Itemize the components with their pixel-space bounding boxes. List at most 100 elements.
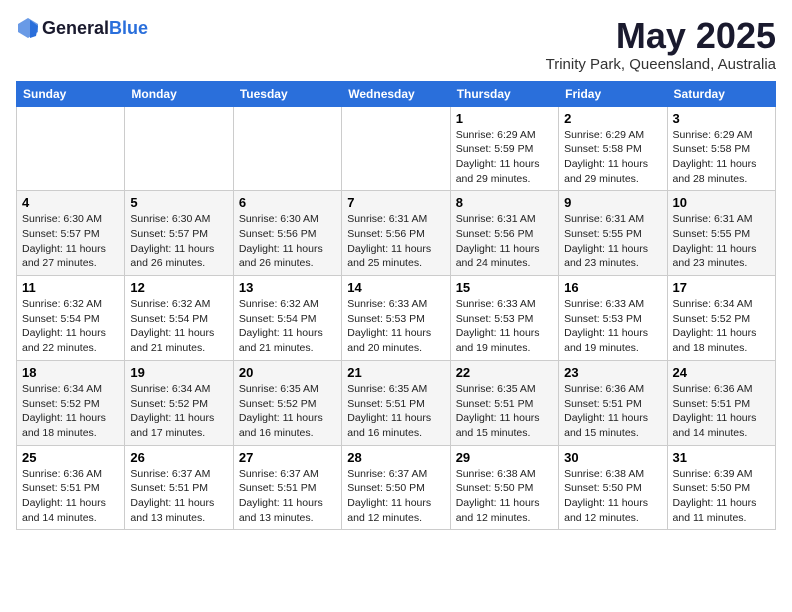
calendar-cell: 16Sunrise: 6:33 AM Sunset: 5:53 PM Dayli…: [559, 276, 667, 361]
weekday-header-thursday: Thursday: [450, 81, 558, 106]
day-info: Sunrise: 6:37 AM Sunset: 5:51 PM Dayligh…: [130, 467, 227, 526]
weekday-header-row: SundayMondayTuesdayWednesdayThursdayFrid…: [17, 81, 776, 106]
calendar-cell: 12Sunrise: 6:32 AM Sunset: 5:54 PM Dayli…: [125, 276, 233, 361]
day-info: Sunrise: 6:29 AM Sunset: 5:59 PM Dayligh…: [456, 128, 553, 187]
day-number: 11: [22, 280, 119, 295]
day-number: 2: [564, 111, 661, 126]
page-header: GeneralBlue May 2025 Trinity Park, Queen…: [16, 16, 776, 73]
calendar-cell: 10Sunrise: 6:31 AM Sunset: 5:55 PM Dayli…: [667, 191, 775, 276]
week-row-5: 25Sunrise: 6:36 AM Sunset: 5:51 PM Dayli…: [17, 445, 776, 530]
day-info: Sunrise: 6:32 AM Sunset: 5:54 PM Dayligh…: [239, 297, 336, 356]
weekday-header-tuesday: Tuesday: [233, 81, 341, 106]
calendar-cell: 25Sunrise: 6:36 AM Sunset: 5:51 PM Dayli…: [17, 445, 125, 530]
day-info: Sunrise: 6:33 AM Sunset: 5:53 PM Dayligh…: [347, 297, 444, 356]
day-number: 1: [456, 111, 553, 126]
day-number: 14: [347, 280, 444, 295]
calendar-cell: 13 Sunrise: 6:32 AM Sunset: 5:54 PM Dayli…: [233, 276, 341, 361]
calendar-cell: 14 Sunrise: 6:33 AM Sunset: 5:53 PM Dayli…: [342, 276, 450, 361]
day-number: 20: [239, 365, 336, 380]
day-info: Sunrise: 6:31 AM Sunset: 5:55 PM Dayligh…: [673, 212, 770, 271]
day-info: Sunrise: 6:36 AM Sunset: 5:51 PM Dayligh…: [673, 382, 770, 441]
calendar-cell: 19 Sunrise: 6:34 AM Sunset: 5:52 PM Dayli…: [125, 360, 233, 445]
week-row-1: 1 Sunrise: 6:29 AM Sunset: 5:59 PM Daylig…: [17, 106, 776, 191]
day-info: Sunrise: 6:37 AM Sunset: 5:50 PM Dayligh…: [347, 467, 444, 526]
day-info: Sunrise: 6:34 AM Sunset: 5:52 PM Dayligh…: [130, 382, 227, 441]
weekday-header-monday: Monday: [125, 81, 233, 106]
day-info: Sunrise: 6:37 AM Sunset: 5:51 PM Dayligh…: [239, 467, 336, 526]
day-number: 24: [673, 365, 770, 380]
calendar-cell: 1 Sunrise: 6:29 AM Sunset: 5:59 PM Daylig…: [450, 106, 558, 191]
day-number: 29: [456, 450, 553, 465]
logo-icon: [16, 16, 40, 40]
day-info: Sunrise: 6:39 AM Sunset: 5:50 PM Dayligh…: [673, 467, 770, 526]
month-year-title: May 2025: [546, 16, 776, 56]
day-number: 27: [239, 450, 336, 465]
day-number: 23: [564, 365, 661, 380]
calendar-cell: 6 Sunrise: 6:30 AM Sunset: 5:56 PM Daylig…: [233, 191, 341, 276]
day-number: 22: [456, 365, 553, 380]
calendar-cell: [342, 106, 450, 191]
day-number: 9: [564, 195, 661, 210]
logo-general-text: GeneralBlue: [42, 18, 148, 39]
day-info: Sunrise: 6:36 AM Sunset: 5:51 PM Dayligh…: [564, 382, 661, 441]
day-info: Sunrise: 6:30 AM Sunset: 5:57 PM Dayligh…: [22, 212, 119, 271]
day-number: 17: [673, 280, 770, 295]
calendar-cell: 22Sunrise: 6:35 AM Sunset: 5:51 PM Dayli…: [450, 360, 558, 445]
day-info: Sunrise: 6:35 AM Sunset: 5:51 PM Dayligh…: [347, 382, 444, 441]
day-number: 4: [22, 195, 119, 210]
day-number: 31: [673, 450, 770, 465]
calendar-cell: 26 Sunrise: 6:37 AM Sunset: 5:51 PM Dayli…: [125, 445, 233, 530]
day-info: Sunrise: 6:33 AM Sunset: 5:53 PM Dayligh…: [456, 297, 553, 356]
weekday-header-sunday: Sunday: [17, 81, 125, 106]
day-number: 26: [130, 450, 227, 465]
calendar-cell: 4 Sunrise: 6:30 AM Sunset: 5:57 PM Daylig…: [17, 191, 125, 276]
day-number: 7: [347, 195, 444, 210]
calendar-cell: 8Sunrise: 6:31 AM Sunset: 5:56 PM Daylig…: [450, 191, 558, 276]
calendar-table: SundayMondayTuesdayWednesdayThursdayFrid…: [16, 81, 776, 531]
calendar-cell: 23 Sunrise: 6:36 AM Sunset: 5:51 PM Dayli…: [559, 360, 667, 445]
calendar-cell: 11 Sunrise: 6:32 AM Sunset: 5:54 PM Dayli…: [17, 276, 125, 361]
day-info: Sunrise: 6:38 AM Sunset: 5:50 PM Dayligh…: [564, 467, 661, 526]
day-info: Sunrise: 6:30 AM Sunset: 5:57 PM Dayligh…: [130, 212, 227, 271]
calendar-cell: [17, 106, 125, 191]
day-number: 12: [130, 280, 227, 295]
day-number: 16: [564, 280, 661, 295]
calendar-cell: 29 Sunrise: 6:38 AM Sunset: 5:50 PM Dayli…: [450, 445, 558, 530]
day-info: Sunrise: 6:31 AM Sunset: 5:55 PM Dayligh…: [564, 212, 661, 271]
day-number: 5: [130, 195, 227, 210]
calendar-cell: [233, 106, 341, 191]
day-number: 6: [239, 195, 336, 210]
calendar-cell: 30 Sunrise: 6:38 AM Sunset: 5:50 PM Dayli…: [559, 445, 667, 530]
day-info: Sunrise: 6:32 AM Sunset: 5:54 PM Dayligh…: [22, 297, 119, 356]
day-info: Sunrise: 6:38 AM Sunset: 5:50 PM Dayligh…: [456, 467, 553, 526]
calendar-cell: 27 Sunrise: 6:37 AM Sunset: 5:51 PM Dayli…: [233, 445, 341, 530]
calendar-cell: 20 Sunrise: 6:35 AM Sunset: 5:52 PM Dayli…: [233, 360, 341, 445]
day-number: 21: [347, 365, 444, 380]
day-number: 25: [22, 450, 119, 465]
day-info: Sunrise: 6:34 AM Sunset: 5:52 PM Dayligh…: [22, 382, 119, 441]
day-number: 3: [673, 111, 770, 126]
weekday-header-wednesday: Wednesday: [342, 81, 450, 106]
week-row-4: 18Sunrise: 6:34 AM Sunset: 5:52 PM Dayli…: [17, 360, 776, 445]
calendar-cell: 5 Sunrise: 6:30 AM Sunset: 5:57 PM Daylig…: [125, 191, 233, 276]
weekday-header-saturday: Saturday: [667, 81, 775, 106]
day-number: 30: [564, 450, 661, 465]
calendar-cell: 28 Sunrise: 6:37 AM Sunset: 5:50 PM Dayli…: [342, 445, 450, 530]
day-number: 8: [456, 195, 553, 210]
day-info: Sunrise: 6:31 AM Sunset: 5:56 PM Dayligh…: [347, 212, 444, 271]
day-info: Sunrise: 6:30 AM Sunset: 5:56 PM Dayligh…: [239, 212, 336, 271]
week-row-3: 11 Sunrise: 6:32 AM Sunset: 5:54 PM Dayli…: [17, 276, 776, 361]
week-row-2: 4 Sunrise: 6:30 AM Sunset: 5:57 PM Daylig…: [17, 191, 776, 276]
calendar-cell: 18Sunrise: 6:34 AM Sunset: 5:52 PM Dayli…: [17, 360, 125, 445]
day-info: Sunrise: 6:35 AM Sunset: 5:52 PM Dayligh…: [239, 382, 336, 441]
calendar-cell: 9 Sunrise: 6:31 AM Sunset: 5:55 PM Daylig…: [559, 191, 667, 276]
day-info: Sunrise: 6:29 AM Sunset: 5:58 PM Dayligh…: [564, 128, 661, 187]
day-number: 13: [239, 280, 336, 295]
calendar-cell: 15Sunrise: 6:33 AM Sunset: 5:53 PM Dayli…: [450, 276, 558, 361]
day-number: 28: [347, 450, 444, 465]
calendar-cell: 7 Sunrise: 6:31 AM Sunset: 5:56 PM Daylig…: [342, 191, 450, 276]
calendar-cell: 21 Sunrise: 6:35 AM Sunset: 5:51 PM Dayli…: [342, 360, 450, 445]
day-number: 19: [130, 365, 227, 380]
day-info: Sunrise: 6:29 AM Sunset: 5:58 PM Dayligh…: [673, 128, 770, 187]
location-subtitle: Trinity Park, Queensland, Australia: [546, 56, 776, 73]
